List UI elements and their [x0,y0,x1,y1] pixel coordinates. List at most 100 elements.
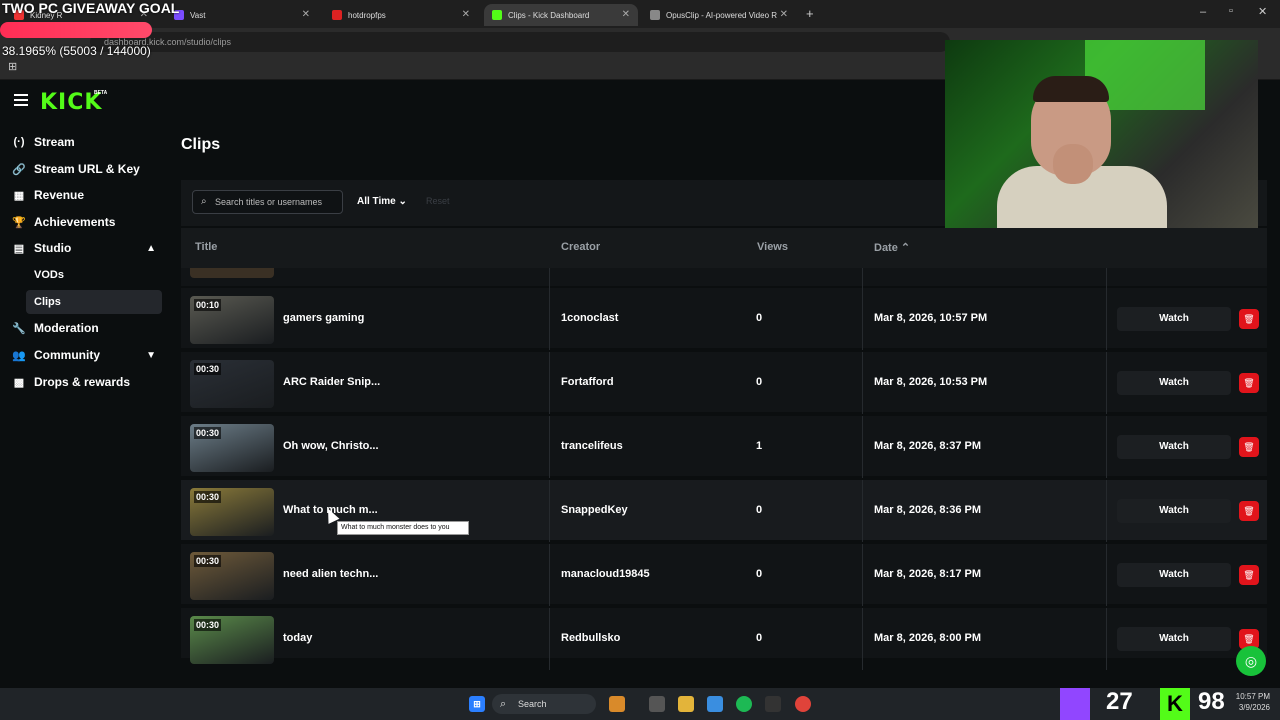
column-divider [1106,544,1107,606]
new-tab-icon[interactable]: + [806,6,814,21]
column-divider [862,352,863,414]
chrome-icon[interactable] [795,696,811,712]
sidebar-item-stream-url-key[interactable]: 🔗 Stream URL & Key [8,157,164,181]
notepad-icon[interactable] [707,696,723,712]
clip-title[interactable]: need alien techn... [283,568,378,580]
sidebar-item-moderation[interactable]: 🔧 Moderation [8,316,164,340]
clip-thumbnail[interactable]: 00:10 [190,296,274,344]
trophy-icon: 🏆 [12,216,26,229]
column-divider [862,608,863,670]
delete-trash-icon[interactable]: 🗑 [1239,373,1259,393]
tab-label: Clips - Kick Dashboard [508,10,590,20]
clip-title[interactable]: today [283,632,312,644]
browser-tab[interactable]: Vast ✕ [166,4,318,26]
widget-icon[interactable] [609,696,625,712]
clip-views: 0 [756,632,763,644]
clip-thumbnail[interactable] [190,268,274,278]
beta-badge: BETA [94,90,108,96]
sidebar-item-clips[interactable]: Clips [26,290,162,314]
clip-creator[interactable]: Fortafford [561,376,614,388]
hud-fx-icon[interactable] [765,696,781,712]
sidebar-item-vods[interactable]: VODs [26,263,162,287]
close-window-icon[interactable]: ✕ [1258,5,1267,18]
clip-creator[interactable]: 1conoclast [561,312,618,324]
table-row[interactable]: 00:10 gamers gaming 1conoclast 0 Mar 8, 2026… [181,288,1267,350]
watch-button[interactable]: Watch [1117,499,1231,523]
delete-trash-icon[interactable]: 🗑 [1239,501,1259,521]
apps-grid-icon[interactable]: ⊞ [8,60,17,73]
restore-icon[interactable]: ▫ [1229,5,1233,17]
clip-creator[interactable]: trancelifeus [561,440,623,452]
sidebar-item-achievements[interactable]: 🏆 Achievements [8,210,164,234]
tab-label: OpusClip - AI-powered Video R [666,10,778,20]
clip-thumbnail[interactable]: 00:30 [190,360,274,408]
clip-thumbnail[interactable]: 00:30 [190,616,274,664]
tab-close-icon[interactable]: ✕ [302,9,310,20]
tab-close-icon[interactable]: ✕ [780,9,788,20]
watch-button[interactable]: Watch [1117,627,1231,651]
delete-trash-icon[interactable]: 🗑 [1239,437,1259,457]
search-placeholder: Search titles or usernames [215,197,323,207]
tab-favicon-icon [650,10,660,20]
column-divider [1106,352,1107,414]
sidebar-item-label: Drops & rewards [34,375,131,389]
clip-creator[interactable]: Redbullsko [561,632,620,644]
column-header-date[interactable]: Date ⌃ [874,241,910,254]
watch-button[interactable]: Watch [1117,435,1231,459]
delete-trash-icon[interactable]: 🗑 [1239,565,1259,585]
table-row[interactable]: 00:30 Oh wow, Christo... trancelifeus 1 Mar … [181,416,1267,478]
browser-tab[interactable]: hotdropfps ✕ [324,4,478,26]
browser-tab-active[interactable]: Clips - Kick Dashboard ✕ [484,4,638,26]
hamburger-menu-icon[interactable] [14,94,28,106]
task-view-icon[interactable] [649,696,665,712]
windows-start-icon[interactable]: ⊞ [469,696,485,712]
reset-button[interactable]: Reset [426,196,450,206]
column-divider [549,480,550,542]
clip-views: 0 [756,504,763,516]
sidebar-item-revenue[interactable]: ▦ Revenue [8,183,164,207]
watch-button[interactable]: Watch [1117,563,1231,587]
clip-title[interactable]: ARC Raider Snip... [283,376,380,388]
watch-button[interactable]: Watch [1117,307,1231,331]
search-icon: ⌕ [500,698,507,710]
delete-trash-icon[interactable]: 🗑 [1239,309,1259,329]
column-header-creator[interactable]: Creator [561,241,600,253]
clip-thumbnail[interactable]: 00:30 [190,488,274,536]
watch-button[interactable]: Watch [1117,371,1231,395]
browser-tab[interactable]: OpusClip - AI-powered Video R ✕ [642,4,796,26]
chevron-down-icon[interactable]: ▼ [146,350,156,361]
tab-close-icon[interactable]: ✕ [622,9,630,20]
broadcast-icon: (·) [13,136,25,148]
table-header [181,228,1267,268]
table-row[interactable]: 00:30 ARC Raider Snip... Fortafford 0 Mar 8,… [181,352,1267,414]
clip-creator[interactable]: SnappedKey [561,504,628,516]
help-chat-icon[interactable]: ◎ [1236,646,1266,676]
sidebar-item-community[interactable]: 👥 Community ▼ [8,343,164,367]
clip-views: 0 [756,376,763,388]
column-header-title[interactable]: Title [195,241,217,253]
file-explorer-icon[interactable] [678,696,694,712]
column-header-label: Date [874,242,898,254]
taskbar-search[interactable]: ⌕ Search [492,694,596,714]
clip-title[interactable]: Oh wow, Christo... [283,440,379,452]
time-filter-dropdown[interactable]: All Time ⌄ [351,190,413,214]
spotify-icon[interactable] [736,696,752,712]
table-row[interactable]: 00:30 today Redbullsko 0 Mar 8, 2026, 8:00 P… [181,608,1267,670]
clip-creator[interactable]: manacloud19845 [561,568,650,580]
clip-thumbnail[interactable]: 00:30 [190,424,274,472]
sidebar-item-stream[interactable]: (·) Stream [8,130,164,154]
sidebar-item-drops-rewards[interactable]: ▩ Drops & rewards [8,370,164,394]
clip-date: Mar 8, 2026, 8:37 PM [874,440,982,452]
tab-close-icon[interactable]: ✕ [462,9,470,20]
minimize-icon[interactable]: – [1200,6,1206,18]
table-row[interactable]: 00:30 need alien techn... manacloud19845 0 M… [181,544,1267,606]
chevron-up-icon[interactable]: ▲ [146,243,156,254]
sidebar-item-studio[interactable]: ▤ Studio ▲ [8,236,164,260]
clip-thumbnail[interactable]: 00:30 [190,552,274,600]
column-header-views[interactable]: Views [757,241,788,253]
table-row[interactable] [181,268,1267,288]
clip-title[interactable]: gamers gaming [283,312,364,324]
sort-ascending-icon: ⌃ [900,242,911,254]
search-input[interactable]: ⌕ Search titles or usernames [192,190,343,214]
url-field[interactable]: dashboard.kick.com/studio/clips [90,32,950,52]
